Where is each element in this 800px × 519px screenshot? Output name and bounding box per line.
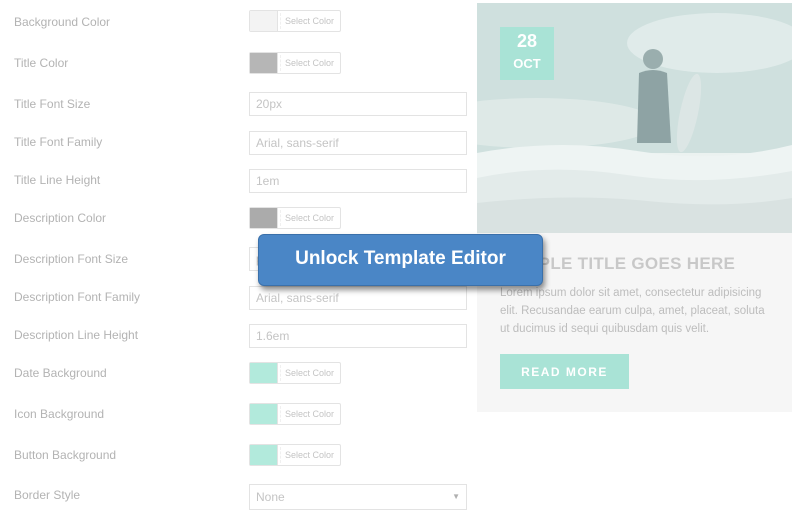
select-color-button[interactable]: Select Color xyxy=(280,13,338,29)
setting-label: Description Color xyxy=(14,211,107,225)
unlock-template-editor-button[interactable]: Unlock Template Editor xyxy=(258,234,543,286)
setting-label: Description Font Family xyxy=(14,290,141,304)
title-font-size-input[interactable]: 20px xyxy=(249,92,467,116)
color-swatch xyxy=(250,445,278,465)
surfer-photo: 28 OCT xyxy=(477,3,792,233)
border-style-value: None xyxy=(256,490,285,504)
template-preview-card: 28 OCT SAMPLE TITLE GOES HERE Lorem ipsu… xyxy=(477,3,792,412)
setting-label: Date Background xyxy=(14,366,107,380)
icon-background-picker[interactable]: Select Color xyxy=(249,403,341,425)
date-month: OCT xyxy=(513,56,541,71)
setting-label: Description Line Height xyxy=(14,328,139,342)
setting-label: Title Font Size xyxy=(14,97,91,111)
select-color-button[interactable]: Select Color xyxy=(280,55,338,71)
select-color-button[interactable]: Select Color xyxy=(280,210,338,226)
setting-label: Title Color xyxy=(14,56,69,70)
setting-label: Button Background xyxy=(14,448,117,462)
card-description: Lorem ipsum dolor sit amet, consectetur … xyxy=(500,287,765,335)
color-swatch xyxy=(250,363,278,383)
color-swatch xyxy=(250,208,278,228)
color-swatch xyxy=(250,404,278,424)
setting-label: Description Font Size xyxy=(14,252,129,266)
date-background-picker[interactable]: Select Color xyxy=(249,362,341,384)
button-background-picker[interactable]: Select Color xyxy=(249,444,341,466)
setting-label: Icon Background xyxy=(14,407,105,421)
read-more-button[interactable]: READ MORE xyxy=(500,354,629,389)
title-font-family-input[interactable]: Arial, sans-serif xyxy=(249,131,467,155)
setting-label: Border Style xyxy=(14,488,81,502)
border-style-select[interactable]: None ▼ xyxy=(249,484,467,510)
background-color-picker[interactable]: Select Color xyxy=(249,10,341,32)
select-color-button[interactable]: Select Color xyxy=(280,447,338,463)
setting-label: Title Font Family xyxy=(14,135,103,149)
select-color-button[interactable]: Select Color xyxy=(280,365,338,381)
title-color-picker[interactable]: Select Color xyxy=(249,52,341,74)
setting-label: Title Line Height xyxy=(14,173,101,187)
date-badge: 28 OCT xyxy=(500,27,554,80)
title-line-height-input[interactable]: 1em xyxy=(249,169,467,193)
color-swatch xyxy=(250,11,278,31)
color-swatch xyxy=(250,53,278,73)
select-color-button[interactable]: Select Color xyxy=(280,406,338,422)
chevron-down-icon: ▼ xyxy=(452,492,460,501)
setting-label: Background Color xyxy=(14,15,111,29)
description-line-height-input[interactable]: 1.6em xyxy=(249,324,467,348)
description-font-family-input[interactable]: Arial, sans-serif xyxy=(249,286,467,310)
date-day: 28 xyxy=(516,31,538,51)
description-color-picker[interactable]: Select Color xyxy=(249,207,341,229)
